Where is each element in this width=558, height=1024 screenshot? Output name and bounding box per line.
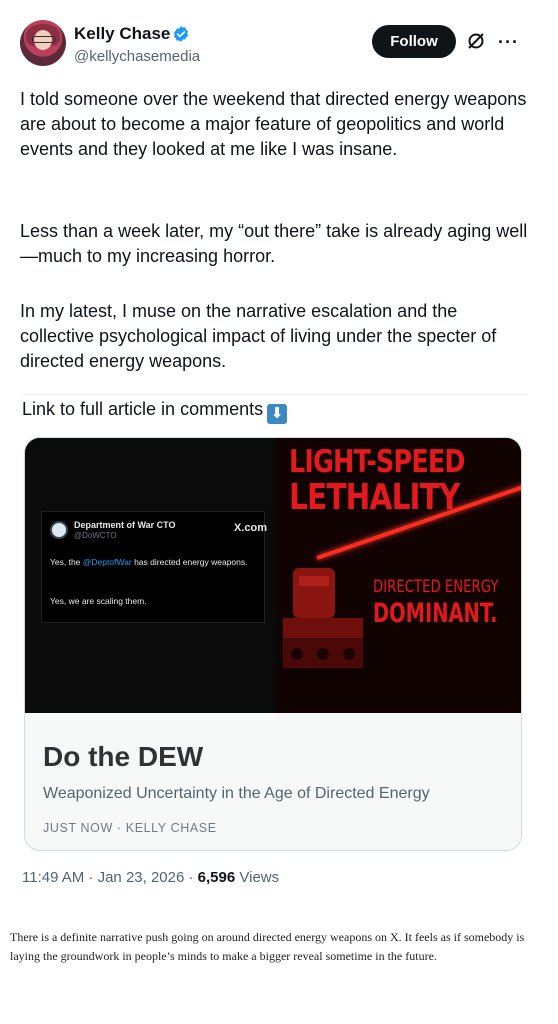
link-line-text: Link to full article in comments [22,399,264,419]
post-paragraph-1: I told someone over the weekend that dir… [20,89,527,159]
author-name[interactable]: Kelly Chase [74,24,170,44]
views-label: Views [235,869,280,886]
embed-account-handle: @DoWCTO [74,531,117,540]
embed-source: X.com [234,522,268,534]
embed-text-line-2: Yes, we are scaling them. [50,596,147,606]
avatar[interactable] [20,20,66,66]
article-card[interactable]: Department of War CTO @DoWCTO X.com Yes,… [24,437,522,851]
article-card-image[interactable]: Department of War CTO @DoWCTO X.com Yes,… [25,438,521,713]
poster-subheadline-1: DIRECTED ENERGY [373,577,499,597]
avatar-glasses [32,36,56,43]
embed-panel: Department of War CTO @DoWCTO X.com Yes,… [25,438,277,713]
poster-headline-2: LETHALITY [289,477,460,518]
more-options-icon[interactable]: ··· [498,32,519,53]
divider [20,394,528,395]
embed-account-name: Department of War CTO [74,520,176,530]
embed-line1-prefix: Yes, the [50,557,83,567]
views-count: 6,596 [197,869,236,886]
grok-icon[interactable] [466,31,486,51]
timestamp-text[interactable]: 11:49 AM · Jan 23, 2026 · [22,869,198,886]
department-seal-icon [50,521,68,539]
embedded-tweet: Department of War CTO @DoWCTO X.com Yes,… [41,511,268,623]
post-paragraph-2: Less than a week later, my “out there” t… [20,221,528,266]
poster-headline-1: LIGHT-SPEED [289,444,466,480]
embed-text-line-1: Yes, the @DeptofWar has directed energy … [50,556,250,568]
post-timestamp[interactable]: 11:49 AM · Jan 23, 2026 · 6,596 Views [22,869,279,886]
article-description: Weaponized Uncertainty in the Age of Dir… [43,785,430,802]
poster-subheadline-2: DOMINANT. [373,598,498,629]
laser-turret-illustration [283,568,363,668]
post-paragraph-3: In my latest, I muse on the narrative es… [20,301,497,371]
link-line: Link to full article in comments ⬇ [22,397,288,424]
footer-caption: There is a definite narrative push going… [10,930,525,963]
article-title[interactable]: Do the DEW [43,741,203,773]
article-meta: JUST NOW · KELLY CHASE [43,821,217,835]
down-arrow-icon: ⬇ [267,404,288,424]
follow-button[interactable]: Follow [372,25,456,58]
poster-panel: LIGHT-SPEED LETHALITY DIRECTED ENERGY DO… [277,438,521,713]
embed-mention: @DeptofWar [82,557,132,567]
article-card-footer[interactable]: Do the DEW Weaponized Uncertainty in the… [25,713,521,850]
verified-badge-icon [173,26,189,42]
embed-line1-suffix: has directed energy weapons. [131,557,248,567]
author-handle[interactable]: @kellychasemedia [74,48,200,65]
